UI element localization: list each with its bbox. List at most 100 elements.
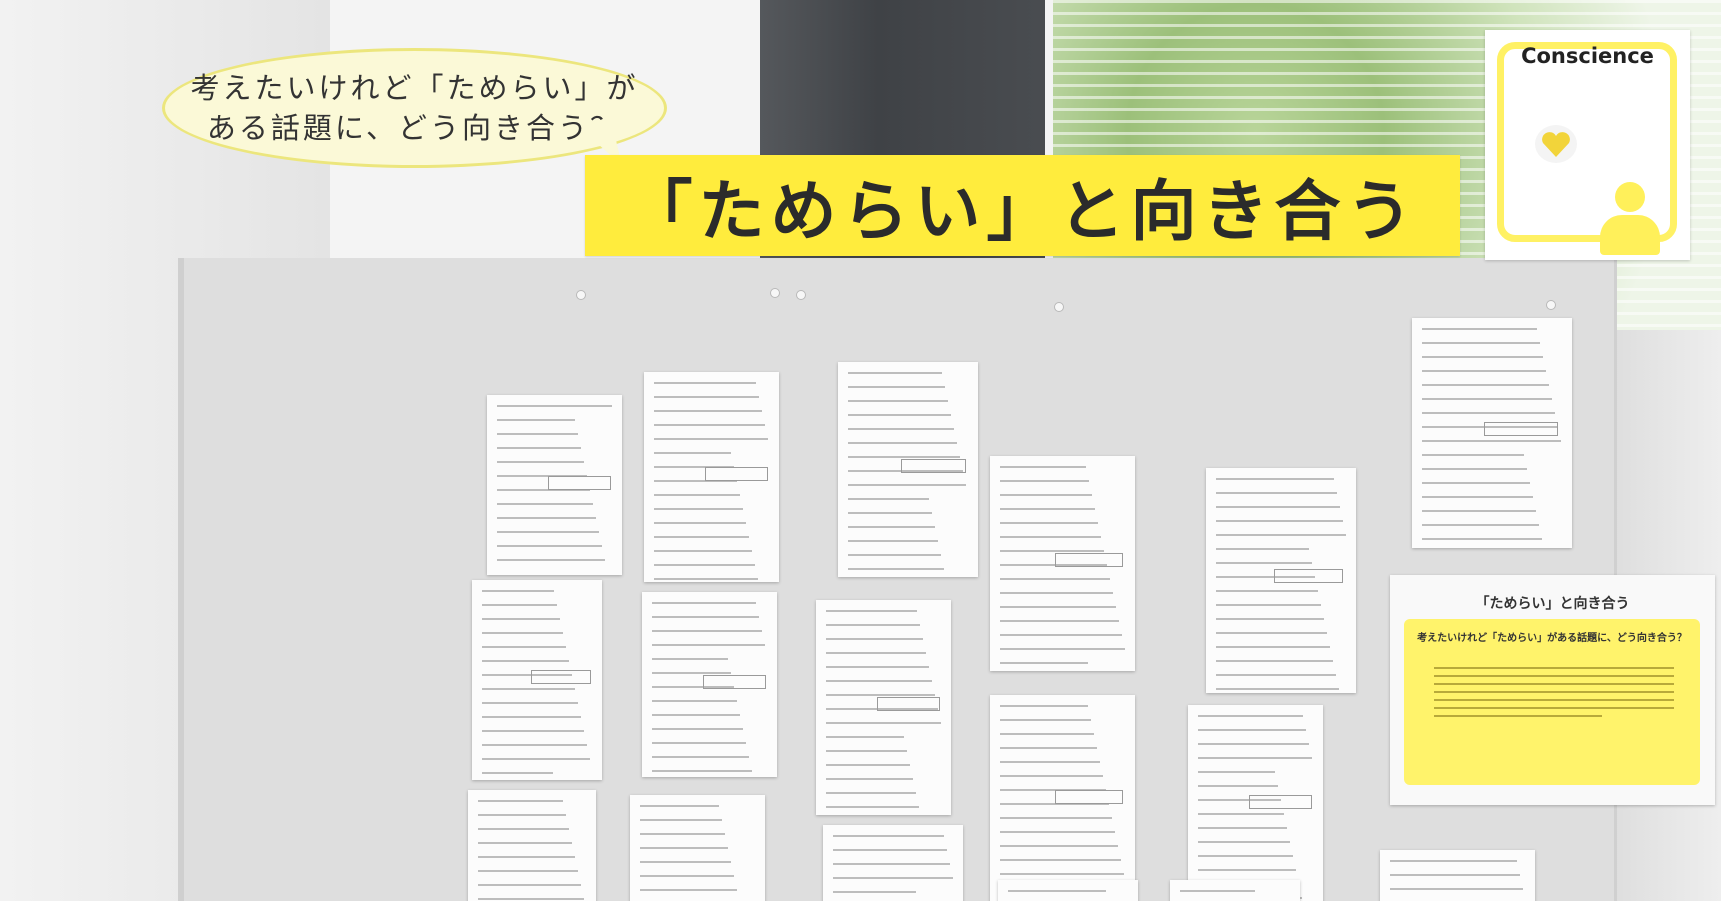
sheet-text-line: [1422, 384, 1549, 386]
sheet-text-line: [826, 610, 917, 612]
sheet-text-line: [1000, 648, 1125, 650]
person-head-icon: [1615, 182, 1645, 212]
sheet-answer-box: [1484, 421, 1558, 436]
sheet-text-line: [482, 744, 587, 746]
sheet-text-line: [1000, 775, 1103, 777]
sheet-text-line: [652, 644, 765, 646]
sheet-text-line: [654, 522, 746, 524]
response-sheet: [823, 825, 963, 901]
sheet-text-line: [482, 660, 569, 662]
sheet-text-line: [654, 438, 768, 440]
sheet-text-line: [1422, 412, 1555, 414]
sheet-text-line: [848, 526, 935, 528]
sheet-text-line: [826, 750, 907, 752]
sheet-text-line: [478, 842, 572, 844]
bubble-line-2: ある話題に、どう向き合う？: [206, 111, 623, 145]
sheet-answer-box: [1248, 795, 1312, 809]
sheet-text-line: [833, 835, 944, 837]
sheet-text-line: [833, 849, 947, 851]
sheet-text-line: [654, 508, 743, 510]
pushpin: [796, 290, 806, 300]
sheet-text-line: [654, 536, 749, 538]
sheet-text-line: [848, 456, 960, 458]
sheet-text-line: [1000, 859, 1121, 861]
sheet-text-line: [1000, 508, 1095, 510]
sheet-text-line: [1422, 524, 1539, 526]
sheet-text-line: [652, 602, 756, 604]
sheet-text-line: [1000, 873, 1124, 875]
response-sheet: [630, 795, 765, 901]
pushpin: [1546, 300, 1556, 310]
sheet-text-line: [497, 545, 602, 547]
sheet-text-line: [1390, 860, 1517, 862]
response-sheet: [1170, 880, 1300, 901]
info-scroll: 考えたいけれど「ためらい」がある話題に、どう向き合う？: [1404, 619, 1700, 785]
sheet-text-line: [652, 742, 746, 744]
sheet-text-line: [1390, 874, 1520, 876]
sheet-text-line: [1198, 771, 1275, 773]
sheet-answer-box: [1055, 789, 1123, 804]
response-sheet: [487, 395, 622, 575]
sheet-text-line: [652, 616, 759, 618]
sheet-text-line: [1000, 831, 1115, 833]
sheet-text-line: [1422, 538, 1542, 540]
sheet-text-line: [1422, 482, 1530, 484]
sheet-text-line: [1000, 620, 1119, 622]
person-body-icon: [1600, 215, 1660, 255]
sheet-text-line: [654, 550, 752, 552]
sheet-text-line: [652, 756, 749, 758]
bubble-line-1: 考えたいけれど「ためらい」が: [190, 71, 639, 105]
sheet-answer-box: [1273, 569, 1343, 584]
sheet-text-line: [482, 688, 575, 690]
sheet-text-line: [1216, 688, 1339, 690]
sheet-text-line: [652, 658, 728, 660]
sheet-text-line: [482, 772, 553, 774]
sheet-text-line: [478, 800, 563, 802]
pushpin: [770, 288, 780, 298]
sheet-text-line: [652, 700, 737, 702]
sheet-text-line: [497, 461, 584, 463]
sheet-text-line: [848, 428, 954, 430]
sheet-text-line: [848, 484, 966, 486]
sheet-text-line: [478, 870, 578, 872]
sheet-text-line: [1000, 550, 1104, 552]
sheet-text-line: [1000, 705, 1088, 707]
sheet-answer-box: [530, 670, 591, 684]
sheet-text-line: [833, 891, 916, 893]
sheet-text-line: [1216, 590, 1318, 592]
photo-scene: 考えたいけれど「ためらい」が ある話題に、どう向き合う？ 「ためらい」と向き合う…: [0, 0, 1721, 901]
sheet-text-line: [654, 494, 740, 496]
sheet-text-line: [848, 554, 941, 556]
sheet-text-line: [1216, 632, 1327, 634]
sheet-text-line: [652, 630, 762, 632]
response-sheet: [644, 372, 779, 582]
sheet-text-line: [654, 452, 731, 454]
sheet-text-line: [1198, 855, 1293, 857]
sheet-text-line: [1422, 440, 1561, 442]
response-sheet: [468, 790, 596, 901]
sheet-text-line: [478, 898, 584, 900]
sheet-text-line: [497, 559, 605, 561]
sheet-text-line: [1422, 342, 1540, 344]
sheet-text-line: [1000, 578, 1110, 580]
conscience-sign: Conscience: [1485, 30, 1690, 260]
sheet-text-line: [654, 382, 756, 384]
sheet-text-line: [640, 833, 725, 835]
sheet-text-line: [1000, 733, 1094, 735]
sheet-text-line: [640, 889, 737, 891]
sheet-text-line: [826, 694, 935, 696]
response-sheet: [838, 362, 978, 577]
sheet-text-line: [1422, 468, 1527, 470]
sheet-text-line: [482, 646, 566, 648]
sheet-text-line: [1000, 536, 1101, 538]
response-sheet: [1206, 468, 1356, 693]
sheet-text-line: [1198, 869, 1296, 871]
sheet-text-line: [1216, 674, 1336, 676]
sheet-text-line: [1216, 534, 1346, 536]
sheet-text-line: [1390, 888, 1523, 890]
sheet-text-line: [654, 564, 755, 566]
sheet-text-line: [833, 877, 953, 879]
sheet-text-line: [482, 716, 581, 718]
sheet-text-line: [482, 758, 590, 760]
sheet-text-line: [826, 736, 904, 738]
